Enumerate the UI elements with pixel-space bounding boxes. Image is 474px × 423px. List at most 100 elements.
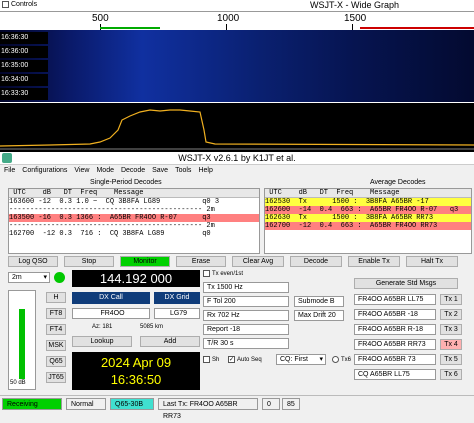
db-label: 50 dB — [10, 380, 26, 386]
mode-button-ft8[interactable]: FT8 — [46, 308, 66, 319]
menu-decode[interactable]: Decode — [121, 165, 145, 177]
cq-value: CQ: First — [280, 356, 308, 363]
mode-button-h[interactable]: H — [46, 292, 66, 303]
date-text: 2024 Apr 09 — [100, 355, 172, 370]
add-button[interactable]: Add — [140, 336, 200, 347]
menu-bar: File Configurations View Mode Decode Sav… — [0, 165, 474, 177]
signal-level-bar — [19, 309, 25, 379]
tx6-radio[interactable]: Tx6 — [332, 356, 351, 363]
average-decodes[interactable]: UTC dB DT Freq Message 162530 Tx 1500 : … — [264, 188, 472, 254]
menu-configurations[interactable]: Configurations — [22, 165, 67, 177]
n-counter: 85 — [282, 398, 300, 410]
mode-button-jt65[interactable]: JT65 — [46, 372, 66, 383]
average-title: Average Decodes — [370, 179, 426, 186]
mode-button-ft4[interactable]: FT4 — [46, 324, 66, 335]
tx5-message[interactable]: FR4OO A65BR 73 — [354, 354, 436, 365]
menu-mode[interactable]: Mode — [96, 165, 114, 177]
receiving-status: Receiving — [2, 398, 62, 410]
erase-button[interactable]: Erase — [176, 256, 226, 267]
stop-button[interactable]: Stop — [64, 256, 114, 267]
tx2-button[interactable]: Tx 2 — [440, 309, 462, 320]
monitor-button[interactable]: Monitor — [120, 256, 170, 267]
signal-meter — [8, 290, 36, 390]
wide-graph-titlebar: Controls WSJT-X - Wide Graph — [0, 0, 474, 12]
radio-box — [332, 356, 339, 363]
log-qso-button[interactable]: Log QSO — [8, 256, 58, 267]
tx4-button[interactable]: Tx 4 — [440, 339, 462, 350]
mode-status: Q65-30B — [110, 398, 154, 410]
report-spinbox[interactable]: Report -18 — [203, 324, 289, 335]
auto-seq-checkbox[interactable]: ✓ Auto Seq — [228, 356, 262, 363]
chevron-down-icon: ▾ — [43, 274, 47, 281]
menu-tools[interactable]: Tools — [175, 165, 191, 177]
menu-file[interactable]: File — [4, 165, 15, 177]
tx1-message[interactable]: FR4OO A65BR LL75 — [354, 294, 436, 305]
tx6-message[interactable]: CQ A65BR LL75 — [354, 369, 436, 380]
tx6-button[interactable]: Tx 6 — [440, 369, 462, 380]
tr-period-spinbox[interactable]: T/R 30 s — [203, 338, 289, 349]
frequency-scale: 500 1000 1500 — [0, 12, 474, 30]
tx-even-checkbox[interactable]: Tx even/1st — [203, 270, 243, 277]
max-drift-spinbox[interactable]: Max Drift 20 — [294, 310, 344, 321]
last-tx-status: Last Tx: FR4OO A65BR RR73 — [158, 398, 258, 420]
tx3-button[interactable]: Tx 3 — [440, 324, 462, 335]
cq-select[interactable]: CQ: First ▾ — [276, 354, 326, 365]
status-indicator — [54, 272, 65, 283]
dx-grid-label: DX Grid — [154, 292, 200, 304]
dx-call-label: DX Call — [72, 292, 150, 304]
halt-tx-button[interactable]: Halt Tx — [406, 256, 458, 267]
controls-checkbox[interactable] — [2, 1, 9, 8]
mode-button-msk[interactable]: MSK — [46, 340, 66, 351]
chevron-down-icon: ▾ — [319, 356, 323, 363]
s-counter: 0 — [262, 398, 280, 410]
decode-row[interactable]: 162530 Tx 1500 : 3B8FA A65BR -17 — [265, 198, 471, 206]
tx4-message[interactable]: FR4OO A65BR RR73 — [354, 339, 436, 350]
decode-row[interactable]: 162700 -12 0.3 716 : CQ 3B8FA LG89 q0 — [9, 230, 259, 238]
scale-label-1000: 1000 — [217, 13, 240, 24]
clear-avg-button[interactable]: Clear Avg — [232, 256, 284, 267]
time-label: 16:36:30 — [0, 32, 48, 44]
decode-row[interactable]: 162630 Tx 1500 : 3B8FA A65BR RR73 — [265, 214, 471, 222]
main-window: WSJT-X v2.6.1 by K1JT et al. File Config… — [0, 152, 474, 413]
main-title: WSJT-X v2.6.1 by K1JT et al. — [178, 153, 296, 163]
spectrum-trace — [0, 109, 474, 150]
band-select[interactable]: 2m ▾ — [8, 272, 50, 283]
controls-toggle[interactable]: Controls — [2, 1, 37, 8]
controls-label: Controls — [11, 1, 38, 8]
tx1-button[interactable]: Tx 1 — [440, 294, 462, 305]
wide-graph-title: WSJT-X - Wide Graph — [310, 0, 400, 10]
rx-frequency-spinbox[interactable]: Rx 702 Hz — [203, 310, 289, 321]
normal-status: Normal — [66, 398, 106, 410]
distance-label: 5085 km — [140, 324, 164, 330]
submode-spinbox[interactable]: Submode B — [294, 296, 344, 307]
sh-checkbox[interactable]: Sh — [203, 356, 219, 363]
generate-std-msgs-button[interactable]: Generate Std Msgs — [354, 278, 458, 289]
status-bar: Receiving Normal Q65-30B Last Tx: FR4OO … — [0, 395, 474, 420]
menu-view[interactable]: View — [74, 165, 89, 177]
decode-row[interactable]: 162600 -14 0.4 663 : A65BR FR4OO R-07 q3 — [265, 206, 471, 214]
decode-row[interactable]: 163500 -16 0.3 1366 : A65BR FR4OO R-07 q… — [9, 214, 259, 222]
dx-call-input[interactable]: FR4OO — [72, 308, 150, 319]
band-value: 2m — [12, 274, 22, 281]
single-period-decodes[interactable]: UTC dB DT Freq Message 163600 -12 0.3 1.… — [8, 188, 260, 254]
enable-tx-button[interactable]: Enable Tx — [348, 256, 400, 267]
dx-grid-input[interactable]: LG79 — [154, 308, 200, 319]
rx-marker — [100, 27, 160, 29]
lookup-button[interactable]: Lookup — [72, 336, 132, 347]
mode-button-q65[interactable]: Q65 — [46, 356, 66, 367]
tx2-message[interactable]: FR4OO A65BR -18 — [354, 309, 436, 320]
f-tol-spinbox[interactable]: F Tol 200 — [203, 296, 289, 307]
checkbox-box — [203, 356, 210, 363]
time-text: 16:36:50 — [110, 372, 162, 387]
auto-seq-label: Auto Seq — [237, 356, 262, 363]
decode-row[interactable]: 163600 -12 0.3 1.0 ~ CQ 3B8FA LG89 q0 3 — [9, 198, 259, 206]
menu-help[interactable]: Help — [198, 165, 212, 177]
tx5-button[interactable]: Tx 5 — [440, 354, 462, 365]
waterfall-display[interactable]: 16:36:30 16:36:00 16:35:00 16:34:00 16:3… — [0, 30, 474, 102]
tx-frequency-spinbox[interactable]: Tx 1500 Hz — [203, 282, 289, 293]
single-period-title: Single-Period Decodes — [90, 179, 162, 186]
menu-save[interactable]: Save — [152, 165, 168, 177]
decode-row[interactable]: 162700 -12 0.4 663 : A65BR FR4OO RR73 — [265, 222, 471, 230]
tx3-message[interactable]: FR4OO A65BR R-18 — [354, 324, 436, 335]
decode-button[interactable]: Decode — [290, 256, 342, 267]
